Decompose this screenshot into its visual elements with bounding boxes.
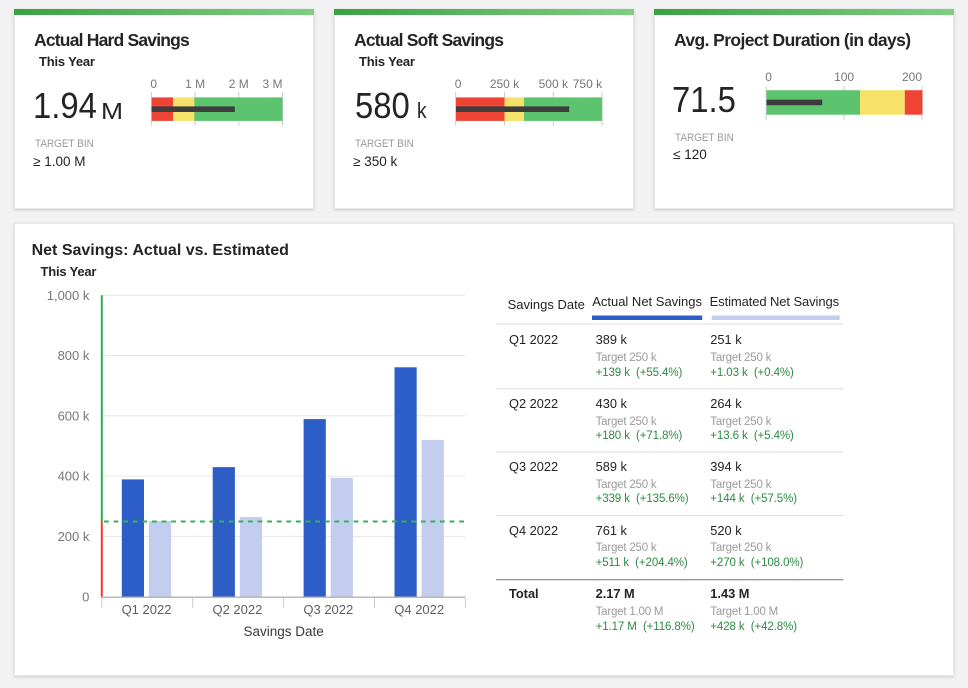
svg-text:3 M: 3 M (262, 77, 282, 91)
svg-text:Savings Date: Savings Date (243, 624, 323, 639)
svg-text:0: 0 (150, 77, 157, 91)
svg-text:400 k: 400 k (58, 468, 90, 483)
svg-text:Q4 2022: Q4 2022 (394, 602, 444, 617)
svg-text:750 k: 750 k (573, 77, 603, 91)
svg-text:0: 0 (765, 70, 772, 84)
svg-text:500 k: 500 k (539, 77, 569, 91)
svg-text:1,000 k: 1,000 k (47, 287, 90, 302)
svg-text:0: 0 (455, 77, 462, 91)
svg-text:250 k: 250 k (490, 77, 520, 91)
svg-text:100: 100 (834, 70, 854, 84)
svg-text:2 M: 2 M (229, 77, 249, 91)
svg-text:Q2 2022: Q2 2022 (212, 602, 262, 617)
svg-text:600 k: 600 k (58, 408, 90, 423)
svg-text:Q1 2022: Q1 2022 (122, 602, 172, 617)
svg-text:Q3 2022: Q3 2022 (303, 602, 353, 617)
svg-text:0: 0 (82, 589, 89, 604)
svg-text:200: 200 (902, 70, 922, 84)
svg-text:800 k: 800 k (58, 348, 90, 363)
svg-text:200 k: 200 k (58, 529, 90, 544)
svg-text:1 M: 1 M (185, 77, 205, 91)
